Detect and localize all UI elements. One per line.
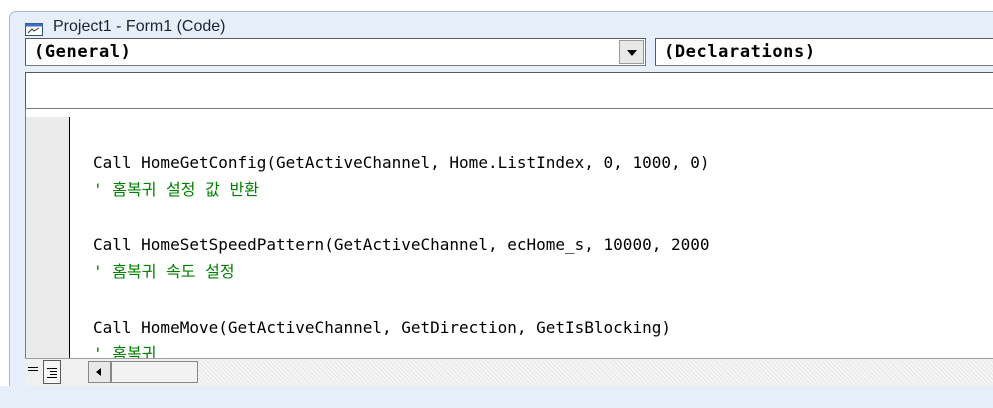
scroll-left-button[interactable] (88, 361, 111, 383)
procedure-view-button[interactable] (25, 360, 43, 384)
editor-bottom-bar (25, 358, 993, 387)
horizontal-scrollbar-track[interactable] (198, 361, 993, 383)
margin-indicator-bar[interactable] (26, 117, 70, 358)
procedure-combo-value: (Declarations) (664, 42, 816, 62)
code-window-icon (25, 23, 43, 36)
full-module-view-icon (47, 368, 57, 380)
object-combo[interactable]: (General) (25, 38, 646, 66)
full-module-view-button[interactable] (43, 360, 61, 384)
code-line[interactable]: Call HomeGetConfig(GetActiveChannel, Hom… (93, 153, 710, 172)
chevron-down-icon (627, 50, 637, 56)
object-combo-dropdown-button[interactable] (619, 40, 644, 64)
comment-line[interactable]: ' 홈복귀 속도 설정 (93, 258, 235, 282)
code-line[interactable]: Call HomeSetSpeedPattern(GetActiveChanne… (93, 235, 710, 254)
comment-line[interactable]: ' 홈복귀 설정 값 반환 (93, 176, 259, 200)
code-line[interactable]: Call HomeMove(GetActiveChannel, GetDirec… (93, 318, 671, 337)
procedure-combo[interactable]: (Declarations) (655, 38, 993, 66)
object-combo-value: (General) (34, 42, 132, 62)
horizontal-scrollbar-thumb[interactable] (111, 361, 198, 383)
chevron-left-icon (96, 368, 101, 376)
code-editor-area[interactable] (25, 72, 993, 108)
procedure-view-icon (28, 367, 38, 373)
window-title: Project1 - Form1 (Code) (53, 18, 226, 35)
window-bottom-edge (0, 386, 993, 408)
